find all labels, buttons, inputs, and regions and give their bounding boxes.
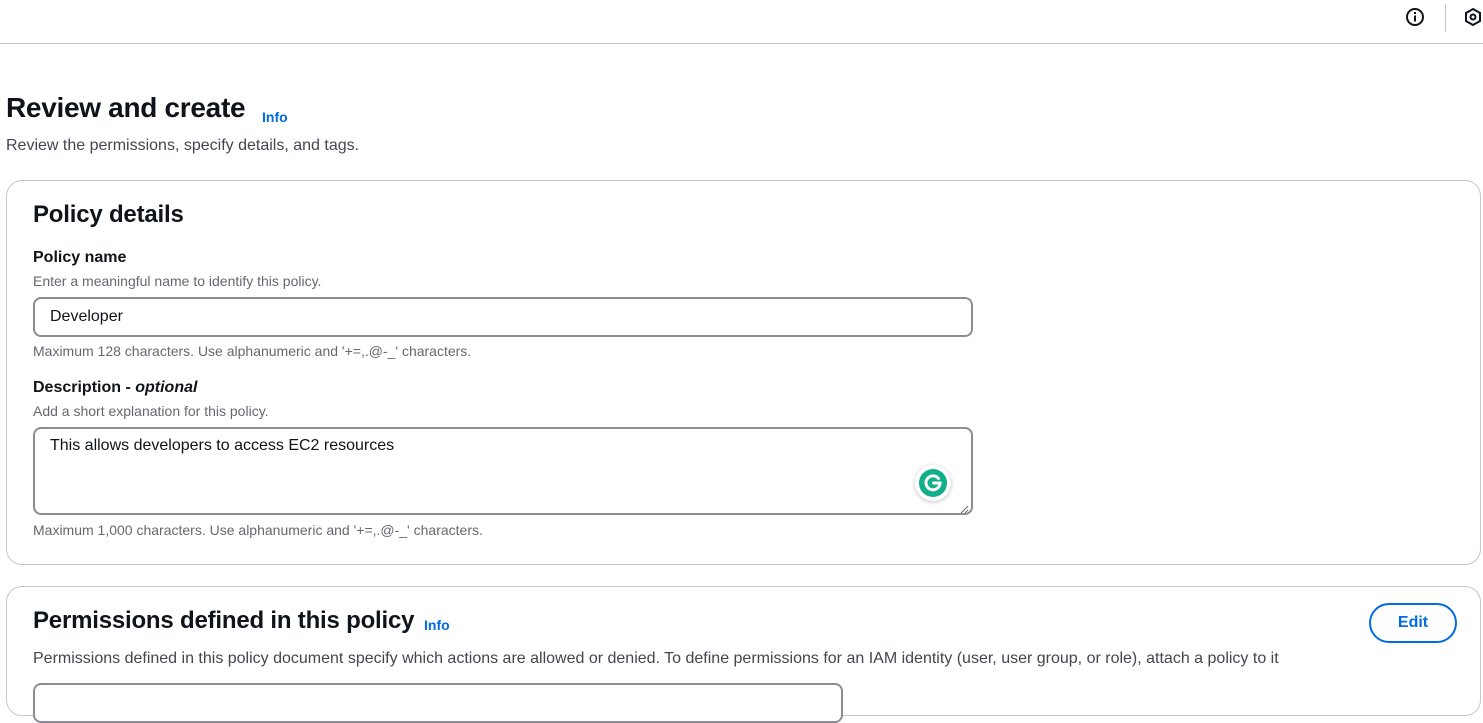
description-label-text: Description -: [33, 379, 136, 396]
policy-name-constraint: Maximum 128 characters. Use alphanumeric…: [33, 343, 472, 359]
policy-name-label: Policy name: [33, 249, 127, 266]
description-constraint: Maximum 1,000 characters. Use alphanumer…: [33, 522, 483, 538]
grammarly-icon[interactable]: [915, 465, 951, 501]
permissions-container: Permissions defined in this policy Info …: [6, 586, 1481, 723]
resize-handle-icon[interactable]: [959, 501, 969, 514]
topbar-divider: [1445, 4, 1446, 32]
permissions-search-input[interactable]: [33, 683, 843, 723]
policy-name-input[interactable]: Developer: [33, 297, 973, 337]
top-navigation-bar: [0, 0, 1483, 44]
description-label: Description - optional: [33, 379, 197, 397]
policy-name-description: Enter a meaningful name to identify this…: [33, 273, 322, 289]
page-description: Review the permissions, specify details,…: [6, 137, 360, 154]
description-value: This allows developers to access EC2 res…: [50, 437, 395, 454]
edit-button[interactable]: Edit: [1369, 603, 1457, 643]
title-info-link[interactable]: Info: [262, 109, 288, 125]
policy-details-title: Policy details: [33, 201, 184, 228]
permissions-info-link[interactable]: Info: [424, 617, 450, 633]
description-label-optional: optional: [135, 379, 198, 396]
permissions-title: Permissions defined in this policy: [33, 607, 415, 634]
policy-details-container: Policy details Policy name Enter a meani…: [6, 180, 1481, 565]
description-field-description: Add a short explanation for this policy.: [33, 403, 269, 419]
info-circle-icon[interactable]: [1405, 7, 1425, 27]
permissions-description: Permissions defined in this policy docum…: [33, 650, 1279, 667]
page-title: Review and create: [6, 92, 246, 123]
description-textarea[interactable]: This allows developers to access EC2 res…: [33, 427, 973, 515]
policy-name-value: Developer: [50, 308, 123, 325]
settings-hex-icon[interactable]: [1463, 7, 1483, 27]
